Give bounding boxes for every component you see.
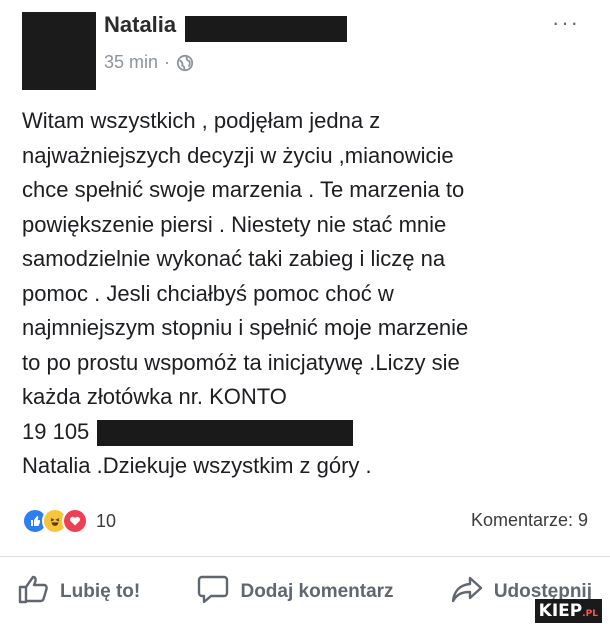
account-number-line: 19 105 — [22, 415, 592, 450]
divider — [0, 556, 610, 557]
thumbs-up-icon — [16, 572, 50, 612]
speech-bubble-icon — [196, 572, 230, 612]
post-line: samodzielnie wykonać taki zabieg i liczę… — [22, 246, 446, 271]
post-line: najważniejszych decyzji w życiu ,mianowi… — [22, 142, 454, 168]
meta-separator: · — [164, 52, 171, 72]
redacted-account-number — [97, 419, 354, 446]
post-line: powiększenie piersi . Niestety nie stać … — [22, 211, 447, 237]
post-line: to po prostu wspomóż ta inicjatywę .Licz… — [22, 349, 460, 375]
reaction-count[interactable]: 10 — [96, 511, 116, 532]
watermark-logo: KIEP.PL — [534, 599, 602, 623]
post-closing-line: Natalia .Dziekuje wszystkim z góry . — [22, 453, 372, 478]
post-line: najmniejszym stopniu i spełnić moje marz… — [22, 315, 469, 340]
like-button-label: Lubię to! — [60, 581, 141, 602]
post-time[interactable]: 35 min — [104, 52, 158, 73]
post-body: Witam wszystkich , podjęłam jedna z najw… — [22, 104, 592, 484]
post-line: pomoc . Jesli chciałbyś pomoc choć w — [22, 280, 394, 306]
post-line: każda złotówka nr. KONTO — [22, 384, 287, 409]
avatar[interactable] — [22, 12, 96, 90]
like-button[interactable]: Lubię to! — [16, 572, 140, 612]
post-actions-bar: Lubię to! Dodaj komentarz Udostępnij — [0, 572, 610, 612]
share-arrow-icon — [450, 572, 484, 612]
post-line: chce spełnić swoje marzenia . Te marzeni… — [22, 177, 465, 202]
love-reaction-icon — [62, 508, 88, 534]
reactions-summary[interactable]: 10 — [22, 508, 116, 534]
post-meta: 35 min · — [104, 52, 194, 73]
author-name[interactable]: Natalia — [104, 12, 176, 38]
globe-icon — [176, 54, 194, 72]
comments-count[interactable]: Komentarze: 9 — [471, 510, 588, 531]
account-prefix: 19 105 — [22, 418, 90, 444]
post-line: Witam wszystkich , podjęłam jedna z — [22, 108, 381, 133]
more-options-button[interactable]: ··· — [552, 10, 580, 36]
comment-button-label: Dodaj komentarz — [240, 581, 394, 602]
comment-button[interactable]: Dodaj komentarz — [196, 572, 394, 612]
redacted-surname — [185, 16, 347, 42]
